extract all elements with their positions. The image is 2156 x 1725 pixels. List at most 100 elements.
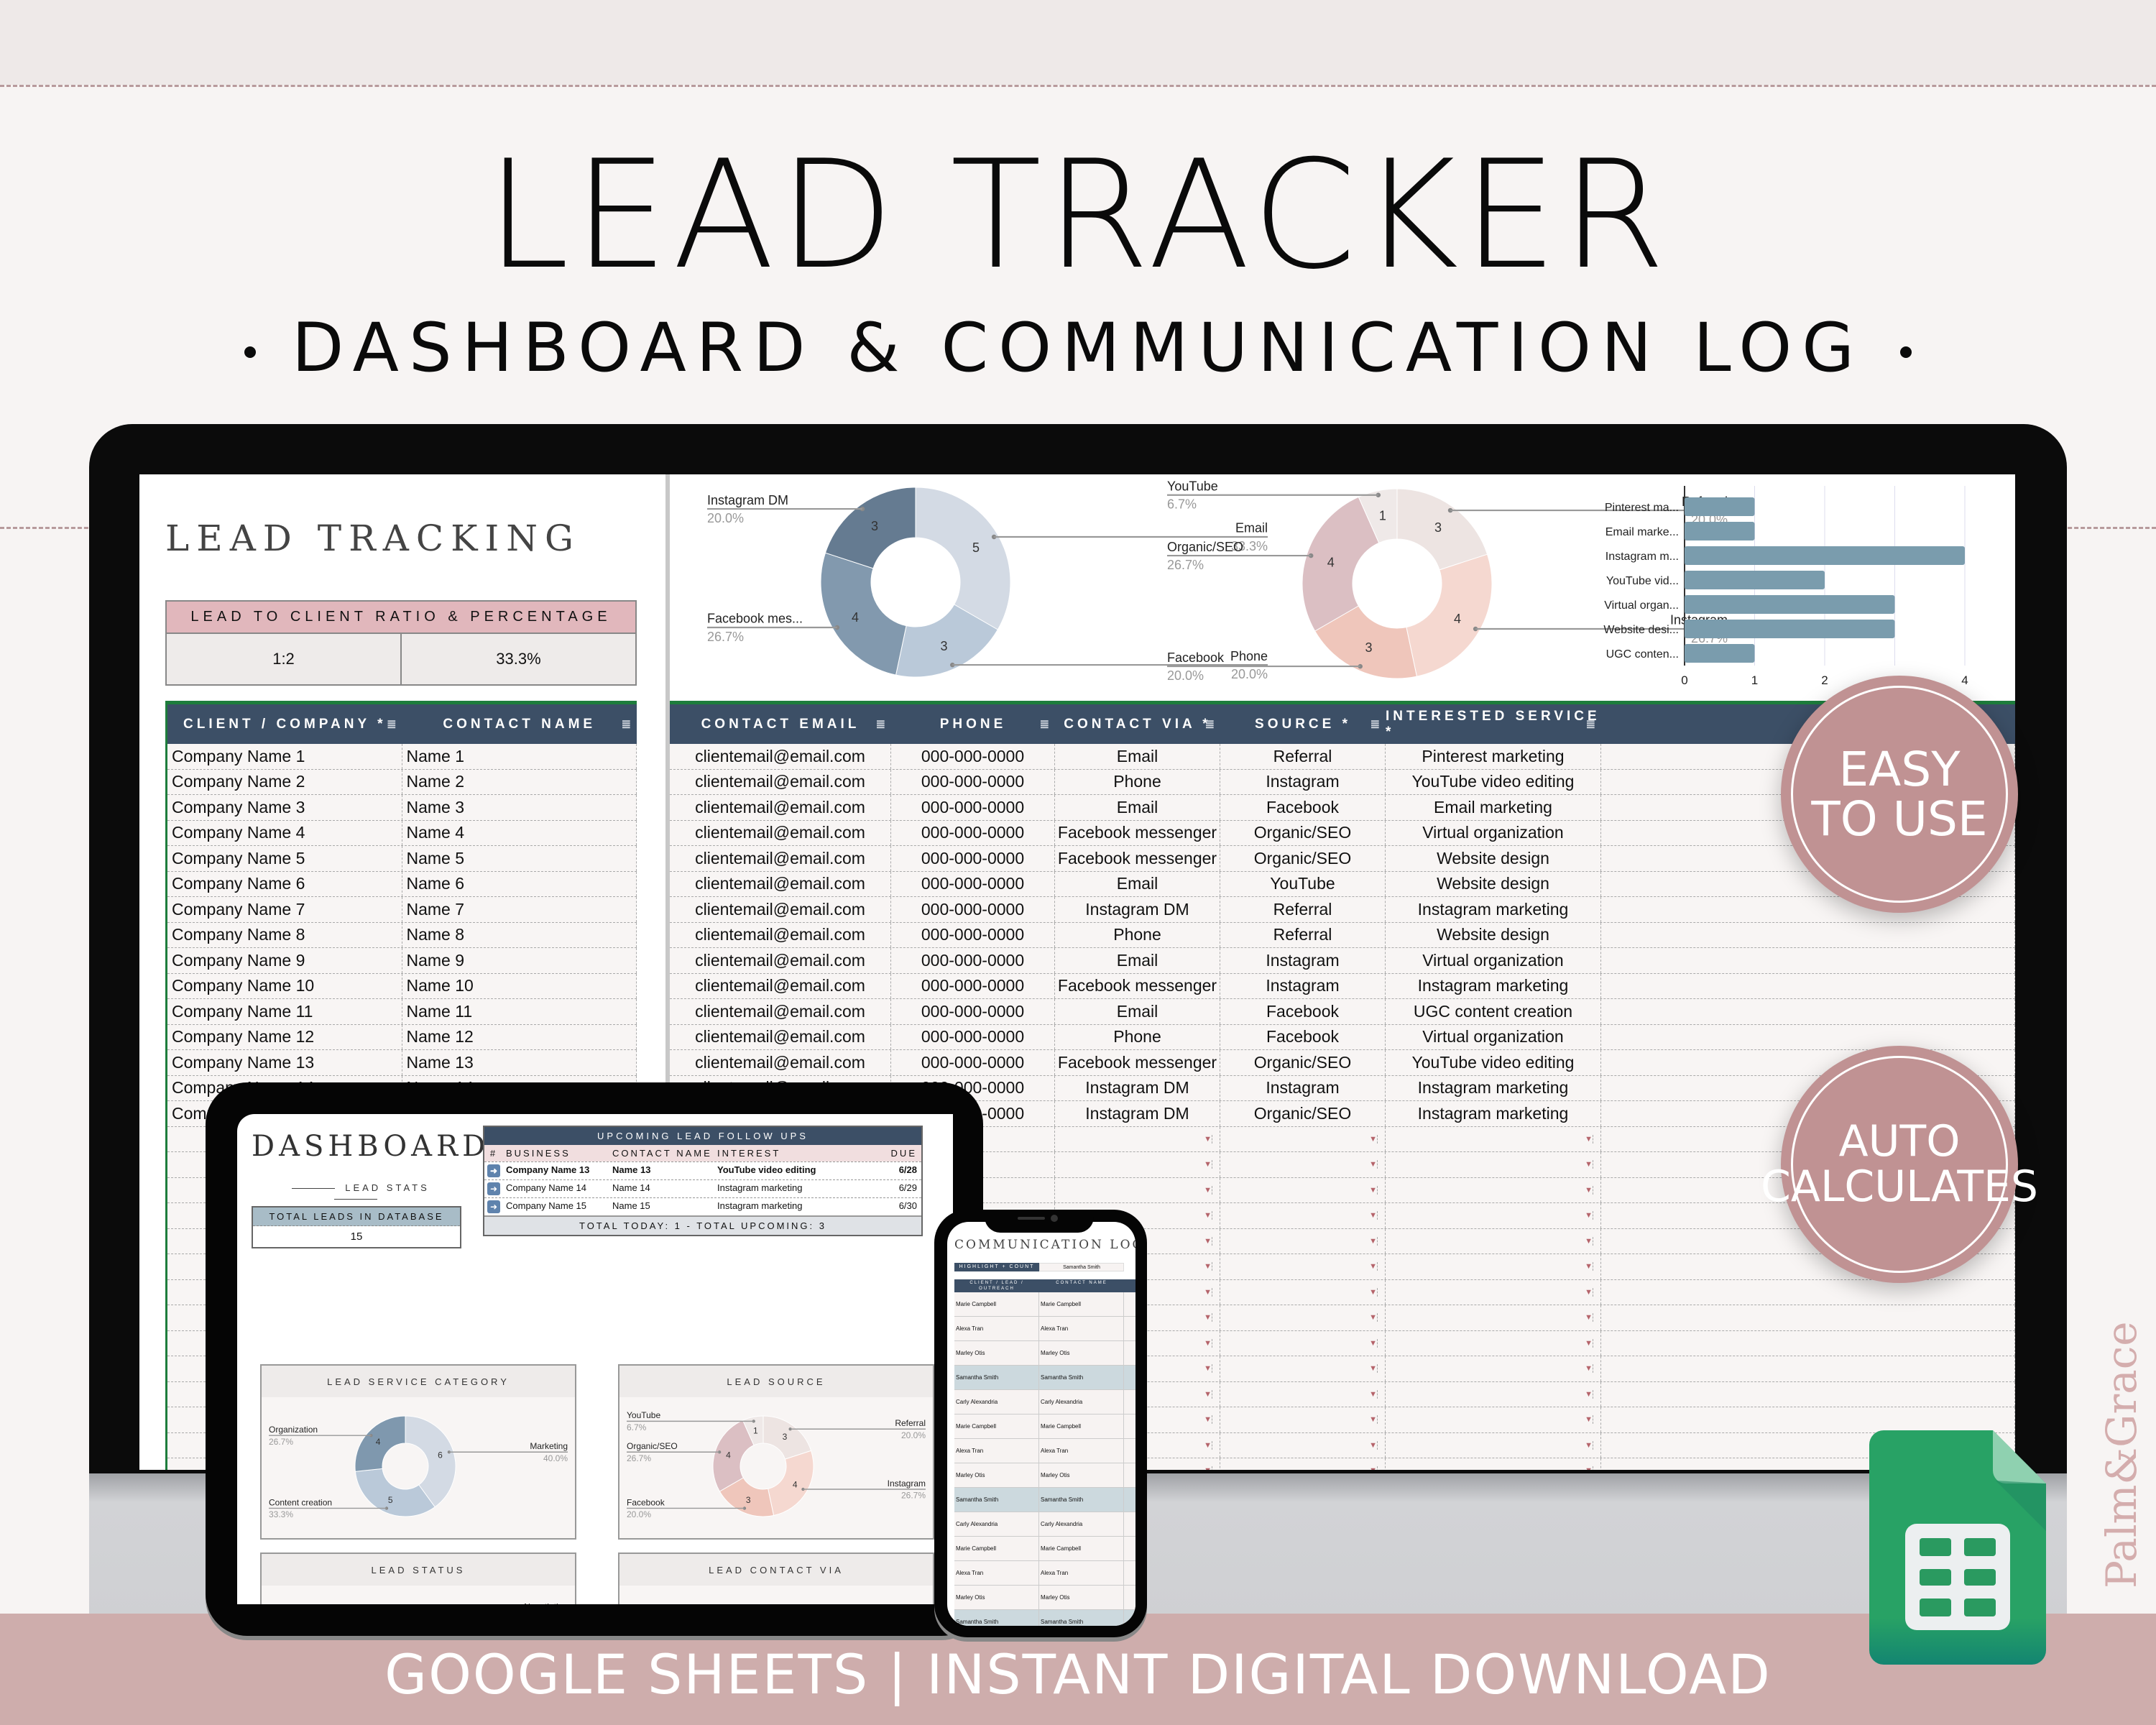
- table-cell[interactable]: Email: [1055, 871, 1220, 896]
- dropdown-arrow-icon[interactable]: ▼: [1585, 1185, 1593, 1195]
- log-row[interactable]: Marie Campbell Marie Campbell: [954, 1292, 1135, 1317]
- log-row[interactable]: Alexa Tran Alexa Tran: [954, 1439, 1135, 1463]
- table-cell[interactable]: ▼: [1386, 1432, 1601, 1458]
- dropdown-arrow-icon[interactable]: ▼: [1204, 1185, 1212, 1195]
- table-cell[interactable]: Name 4: [402, 820, 637, 845]
- dropdown-arrow-icon[interactable]: ▼: [1369, 1466, 1378, 1470]
- arrow-cell[interactable]: ➜: [484, 1182, 503, 1195]
- dropdown-arrow-icon[interactable]: ▼: [1585, 1262, 1593, 1271]
- highlight-select[interactable]: Samantha Smith: [1039, 1263, 1124, 1271]
- log-row[interactable]: Marie Campbell Marie Campbell: [954, 1537, 1135, 1561]
- table-cell[interactable]: 000-000-0000: [891, 1024, 1055, 1049]
- table-cell[interactable]: Email: [1055, 948, 1220, 973]
- table-cell[interactable]: ▼: [1386, 1407, 1601, 1432]
- table-cell[interactable]: Name 12: [402, 1024, 637, 1049]
- table-cell[interactable]: Facebook messenger: [1055, 1050, 1220, 1075]
- log-row[interactable]: Marley Otis Marley Otis: [954, 1341, 1135, 1366]
- column-header[interactable]: CONTACT VIA * ≣: [1055, 704, 1220, 744]
- table-cell[interactable]: clientemail@email.com: [670, 1024, 891, 1049]
- filter-icon[interactable]: ≣: [1040, 704, 1049, 744]
- dropdown-arrow-icon[interactable]: ▼: [1585, 1211, 1593, 1220]
- table-cell[interactable]: ▼: [1220, 1279, 1386, 1305]
- table-cell[interactable]: ▼: [1220, 1381, 1386, 1407]
- table-cell[interactable]: Company Name 8: [167, 922, 402, 947]
- table-cell[interactable]: clientemail@email.com: [670, 744, 891, 769]
- dropdown-arrow-icon[interactable]: ▼: [1369, 1415, 1378, 1425]
- dropdown-arrow-icon[interactable]: ▼: [1585, 1236, 1593, 1246]
- filter-icon[interactable]: ≣: [1205, 704, 1215, 744]
- dropdown-arrow-icon[interactable]: ▼: [1204, 1440, 1212, 1450]
- arrow-right-icon[interactable]: ➜: [487, 1182, 500, 1195]
- table-cell[interactable]: ▼: [1220, 1458, 1386, 1470]
- dropdown-arrow-icon[interactable]: ▼: [1204, 1466, 1212, 1470]
- table-cell[interactable]: [1601, 1024, 2015, 1049]
- table-cell[interactable]: Referral: [1220, 744, 1386, 769]
- filter-icon[interactable]: ≣: [622, 704, 631, 744]
- column-header[interactable]: CONTACT NAME ≣: [402, 704, 637, 744]
- table-cell[interactable]: ▼: [1220, 1126, 1386, 1151]
- table-cell[interactable]: [1601, 1305, 2015, 1330]
- dropdown-arrow-icon[interactable]: ▼: [1369, 1287, 1378, 1297]
- filter-icon[interactable]: ≣: [1370, 704, 1380, 744]
- table-cell[interactable]: ▼: [1386, 1381, 1601, 1407]
- dropdown-arrow-icon[interactable]: ▼: [1585, 1338, 1593, 1348]
- log-row[interactable]: Alexa Tran Alexa Tran: [954, 1317, 1135, 1341]
- table-cell[interactable]: Company Name 13: [167, 1050, 402, 1075]
- column-header[interactable]: CLIENT / COMPANY * ≣: [167, 704, 402, 744]
- filter-icon[interactable]: ≣: [1586, 704, 1595, 744]
- table-cell[interactable]: Name 7: [402, 897, 637, 922]
- dropdown-arrow-icon[interactable]: ▼: [1369, 1440, 1378, 1450]
- table-cell[interactable]: ▼: [1220, 1305, 1386, 1330]
- log-row[interactable]: Marie Campbell Marie Campbell: [954, 1414, 1135, 1439]
- table-cell[interactable]: [1601, 1279, 2015, 1305]
- table-cell[interactable]: Facebook messenger: [1055, 846, 1220, 871]
- table-cell[interactable]: Email marketing: [1386, 795, 1601, 820]
- table-cell[interactable]: ▼: [1055, 1177, 1220, 1202]
- table-cell[interactable]: Organic/SEO: [1220, 820, 1386, 845]
- table-cell[interactable]: clientemail@email.com: [670, 973, 891, 998]
- table-cell[interactable]: ▼: [1386, 1254, 1601, 1279]
- log-row[interactable]: Samantha Smith Samantha Smith: [954, 1610, 1135, 1626]
- column-header[interactable]: SOURCE * ≣: [1220, 704, 1386, 744]
- table-cell[interactable]: Company Name 11: [167, 999, 402, 1024]
- log-row[interactable]: Samantha Smith Samantha Smith: [954, 1488, 1135, 1512]
- table-cell[interactable]: ▼: [1055, 1152, 1220, 1177]
- dropdown-arrow-icon[interactable]: ▼: [1369, 1313, 1378, 1322]
- table-cell[interactable]: Referral: [1220, 897, 1386, 922]
- table-cell[interactable]: Website design: [1386, 922, 1601, 947]
- arrow-cell[interactable]: ➜: [484, 1200, 503, 1213]
- table-cell[interactable]: ▼: [1386, 1177, 1601, 1202]
- table-cell[interactable]: ▼: [1220, 1407, 1386, 1432]
- table-cell[interactable]: Company Name 1: [167, 744, 402, 769]
- followup-row[interactable]: ➜ Company Name 15 Name 15 Instagram marketi…: [484, 1197, 921, 1215]
- table-cell[interactable]: Pinterest marketing: [1386, 744, 1601, 769]
- table-cell[interactable]: Organic/SEO: [1220, 1101, 1386, 1126]
- table-cell[interactable]: 000-000-0000: [891, 820, 1055, 845]
- table-cell[interactable]: Facebook messenger: [1055, 973, 1220, 998]
- dropdown-arrow-icon[interactable]: ▼: [1204, 1211, 1212, 1220]
- table-cell[interactable]: clientemail@email.com: [670, 948, 891, 973]
- table-cell[interactable]: [1601, 1381, 2015, 1407]
- dropdown-arrow-icon[interactable]: ▼: [1369, 1211, 1378, 1220]
- table-cell[interactable]: Website design: [1386, 871, 1601, 896]
- table-cell[interactable]: Instagram marketing: [1386, 1075, 1601, 1100]
- table-cell[interactable]: ▼: [1386, 1458, 1601, 1470]
- table-cell[interactable]: Name 13: [402, 1050, 637, 1075]
- table-cell[interactable]: Company Name 7: [167, 897, 402, 922]
- table-cell[interactable]: Name 2: [402, 769, 637, 794]
- table-cell[interactable]: clientemail@email.com: [670, 820, 891, 845]
- table-cell[interactable]: [1601, 973, 2015, 998]
- table-cell[interactable]: Name 3: [402, 795, 637, 820]
- table-cell[interactable]: Name 5: [402, 846, 637, 871]
- table-cell[interactable]: YouTube: [1220, 871, 1386, 896]
- followup-row[interactable]: ➜ Company Name 14 Name 14 Instagram marketi…: [484, 1179, 921, 1197]
- dropdown-arrow-icon[interactable]: ▼: [1585, 1160, 1593, 1169]
- table-cell[interactable]: Name 8: [402, 922, 637, 947]
- log-row[interactable]: Carly Alexandria Carly Alexandria: [954, 1390, 1135, 1414]
- table-cell[interactable]: [1601, 1330, 2015, 1356]
- table-cell[interactable]: ▼: [1386, 1305, 1601, 1330]
- column-header[interactable]: PHONE ≣: [891, 704, 1055, 744]
- table-cell[interactable]: Instagram marketing: [1386, 1101, 1601, 1126]
- table-cell[interactable]: Facebook: [1220, 1024, 1386, 1049]
- table-cell[interactable]: Phone: [1055, 922, 1220, 947]
